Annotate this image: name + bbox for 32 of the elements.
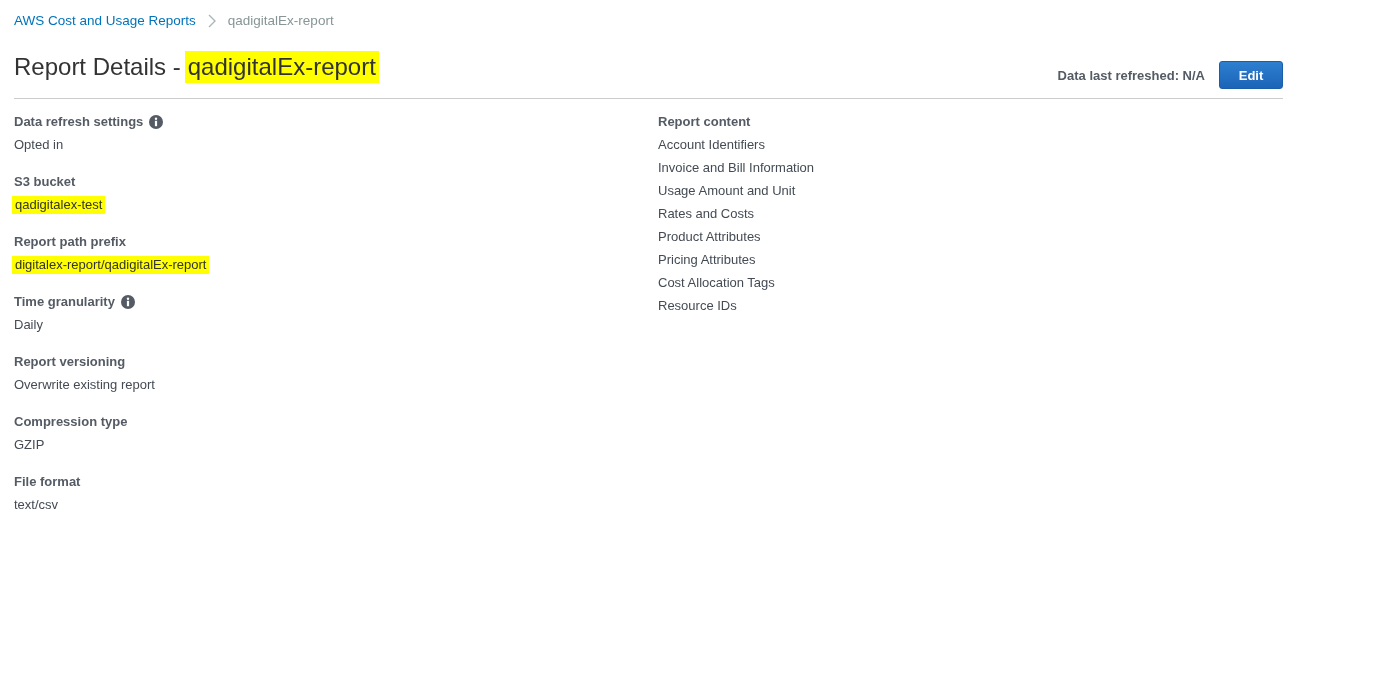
report-content-item: Rates and Costs — [658, 205, 755, 223]
field-label: S3 bucket — [14, 173, 76, 191]
field-label: Compression type — [14, 413, 128, 431]
report-content-item: Product Attributes — [658, 228, 761, 246]
field-value: digitalex-report/qadigitalEx-report — [12, 256, 210, 274]
report-content-heading: Report content — [658, 113, 751, 131]
info-icon[interactable] — [120, 295, 135, 309]
report-name-title: qadigitalEx-report — [184, 51, 379, 83]
report-content-item: Resource IDs — [658, 297, 737, 315]
field-value: text/csv — [14, 496, 59, 514]
report-content-item: Cost Allocation Tags — [658, 274, 775, 292]
report-content-item: Usage Amount and Unit — [658, 182, 796, 200]
report-content-item: Invoice and Bill Information — [658, 159, 815, 177]
field-label: Report versioning — [14, 353, 126, 371]
breadcrumb-current: qadigitalEx-report — [227, 12, 334, 30]
report-content-item: Account Identifiers — [658, 136, 765, 154]
edit-button[interactable]: Edit — [1219, 61, 1283, 89]
field-value: Daily — [14, 316, 43, 334]
info-icon[interactable] — [149, 115, 164, 129]
field-value: GZIP — [14, 436, 45, 454]
field-value: qadigitalex-test — [12, 196, 106, 214]
field-label: File format — [14, 473, 81, 491]
field-value: Opted in — [14, 136, 64, 154]
breadcrumb-link[interactable]: AWS Cost and Usage Reports — [14, 12, 196, 30]
field-label: Time granularity — [14, 293, 115, 311]
field-value: Overwrite existing report — [14, 376, 155, 394]
report-content-item: Pricing Attributes — [658, 251, 756, 269]
field-label: Report path prefix — [14, 233, 126, 251]
chevron-icon — [207, 14, 216, 28]
data-refreshed-status: Data last refreshed: N/A — [1057, 67, 1205, 83]
field-label: Data refresh settings — [14, 113, 144, 131]
page-title: Report Details - — [14, 52, 181, 82]
